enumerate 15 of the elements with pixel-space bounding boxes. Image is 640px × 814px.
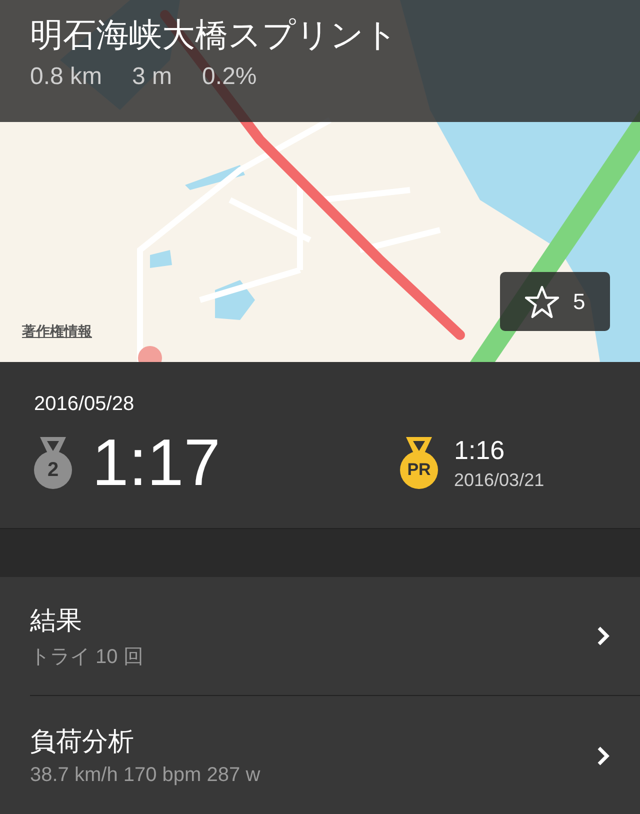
effort-time: 1:17 <box>92 424 220 500</box>
segment-stat: 3 m <box>132 62 172 92</box>
chevron-icon <box>596 625 610 647</box>
copyright-link[interactable]: 著作権情報 <box>22 323 92 341</box>
list-item[interactable]: 負荷分析 38.7 km/h 170 bpm 287 w <box>30 696 640 814</box>
pr-time: 1:16 <box>454 434 506 466</box>
star-icon <box>525 284 559 318</box>
segment-stat: 0.8 km <box>30 62 102 92</box>
segment-stat: 0.2% <box>202 62 257 92</box>
chevron-icon <box>596 744 610 766</box>
star-button[interactable]: 5 <box>500 272 610 331</box>
pr-date: 2016/03/21 <box>454 470 544 490</box>
list-item[interactable]: 結果 トライ 10 回 <box>30 577 640 696</box>
segment-title: 明石海峡大橋スプリント <box>30 15 398 55</box>
effort-date: 2016/05/28 <box>34 392 134 417</box>
